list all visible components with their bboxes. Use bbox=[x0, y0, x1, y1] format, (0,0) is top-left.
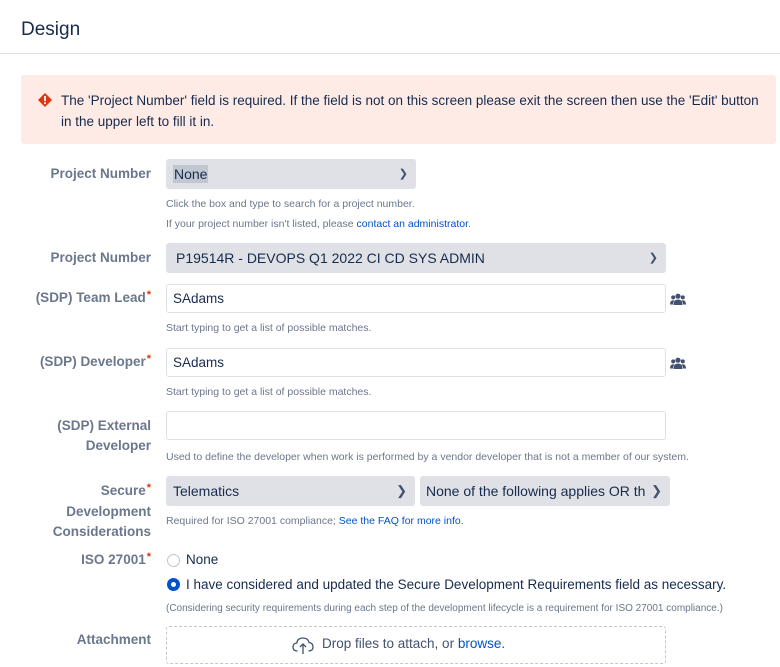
iso-option-considered-label: I have considered and updated the Secure… bbox=[186, 577, 727, 592]
help-text-suffix: . bbox=[468, 218, 471, 230]
iso-option-none-label: None bbox=[186, 552, 219, 567]
iso-label-text: ISO 27001 bbox=[81, 552, 146, 567]
required-marker: * bbox=[146, 482, 151, 494]
chevron-down-icon: ❯ bbox=[398, 168, 408, 180]
project-number-2-value: P19514R - DEVOPS Q1 2022 CI CD SYS ADMIN bbox=[176, 250, 485, 266]
user-group-icon[interactable] bbox=[670, 293, 686, 305]
iso-label: ISO 27001* bbox=[81, 550, 151, 571]
faq-link[interactable]: See the FAQ for more info. bbox=[339, 515, 464, 527]
secure-dev-label-line2: Development bbox=[66, 504, 151, 519]
dropzone-prompt: Drop files to attach, or bbox=[322, 636, 458, 651]
attachment-dropzone[interactable]: Drop files to attach, or browse. bbox=[166, 626, 666, 664]
contact-admin-link[interactable]: contact an administrator bbox=[357, 218, 468, 230]
external-developer-label-line1: (SDP) External bbox=[57, 418, 151, 433]
secure-dev-label: Secure* Development Considerations bbox=[53, 481, 151, 542]
secure-dev-label-line1: Secure* bbox=[53, 481, 151, 502]
external-developer-help: Used to define the developer when work i… bbox=[166, 451, 689, 463]
project-number-2-label: Project Number bbox=[50, 250, 151, 265]
developer-help: Start typing to get a list of possible m… bbox=[166, 386, 372, 398]
secure-dev-help: Required for ISO 27001 compliance; See t… bbox=[166, 514, 464, 528]
required-marker: * bbox=[146, 551, 151, 563]
project-number-help-contact: If your project number isn't listed, ple… bbox=[166, 217, 471, 231]
chevron-down-icon: ❯ bbox=[648, 252, 658, 264]
iso-help: (Considering security requirements durin… bbox=[166, 603, 723, 614]
team-lead-label-text: (SDP) Team Lead bbox=[35, 290, 146, 305]
dropzone-text: Drop files to attach, or browse. bbox=[322, 636, 505, 651]
secure-dev-label-line3: Considerations bbox=[52, 524, 151, 539]
developer-label-text: (SDP) Developer bbox=[39, 354, 146, 369]
attachment-label: Attachment bbox=[76, 632, 151, 647]
browse-link[interactable]: browse. bbox=[458, 636, 505, 651]
required-marker: * bbox=[146, 353, 151, 365]
secure-dev-secondary-value: None of the following applies OR th bbox=[426, 483, 646, 499]
developer-label: (SDP) Developer* bbox=[40, 352, 151, 373]
chevron-down-icon: ❯ bbox=[647, 476, 662, 506]
team-lead-input[interactable]: SAdams bbox=[166, 284, 666, 313]
secure-dev-label-text: Secure bbox=[100, 483, 146, 498]
required-marker: * bbox=[146, 289, 151, 301]
iso-radio-considered[interactable] bbox=[167, 578, 180, 591]
user-group-icon[interactable] bbox=[670, 357, 686, 369]
secure-dev-select-secondary[interactable]: None of the following applies OR th ❯ bbox=[420, 476, 670, 506]
error-icon bbox=[38, 93, 52, 107]
developer-input[interactable]: SAdams bbox=[166, 348, 666, 377]
project-number-2-select[interactable]: P19514R - DEVOPS Q1 2022 CI CD SYS ADMIN… bbox=[166, 243, 666, 273]
chevron-down-icon: ❯ bbox=[396, 483, 407, 498]
project-number-label: Project Number bbox=[50, 166, 151, 181]
secure-dev-primary-value: Telematics bbox=[173, 483, 240, 499]
iso-radio-none[interactable] bbox=[167, 554, 180, 567]
cloud-upload-icon bbox=[292, 637, 314, 654]
secure-dev-select-primary[interactable]: Telematics ❯ bbox=[166, 476, 415, 506]
error-banner: The 'Project Number' field is required. … bbox=[21, 75, 776, 144]
error-message: The 'Project Number' field is required. … bbox=[61, 93, 759, 129]
page-header: Design bbox=[0, 0, 780, 54]
external-developer-input[interactable] bbox=[166, 411, 666, 440]
help-text: If your project number isn't listed, ple… bbox=[166, 218, 357, 230]
page-title: Design bbox=[21, 19, 81, 40]
project-number-help: Click the box and type to search for a p… bbox=[166, 198, 415, 210]
team-lead-label: (SDP) Team Lead* bbox=[36, 288, 151, 309]
secure-dev-help-text: Required for ISO 27001 compliance; bbox=[166, 515, 339, 527]
team-lead-help: Start typing to get a list of possible m… bbox=[166, 322, 372, 334]
project-number-value: None bbox=[173, 165, 209, 183]
external-developer-label-line2: Developer bbox=[85, 438, 151, 453]
external-developer-label: (SDP) External Developer bbox=[57, 416, 151, 456]
project-number-select[interactable]: None ❯ bbox=[166, 159, 416, 189]
